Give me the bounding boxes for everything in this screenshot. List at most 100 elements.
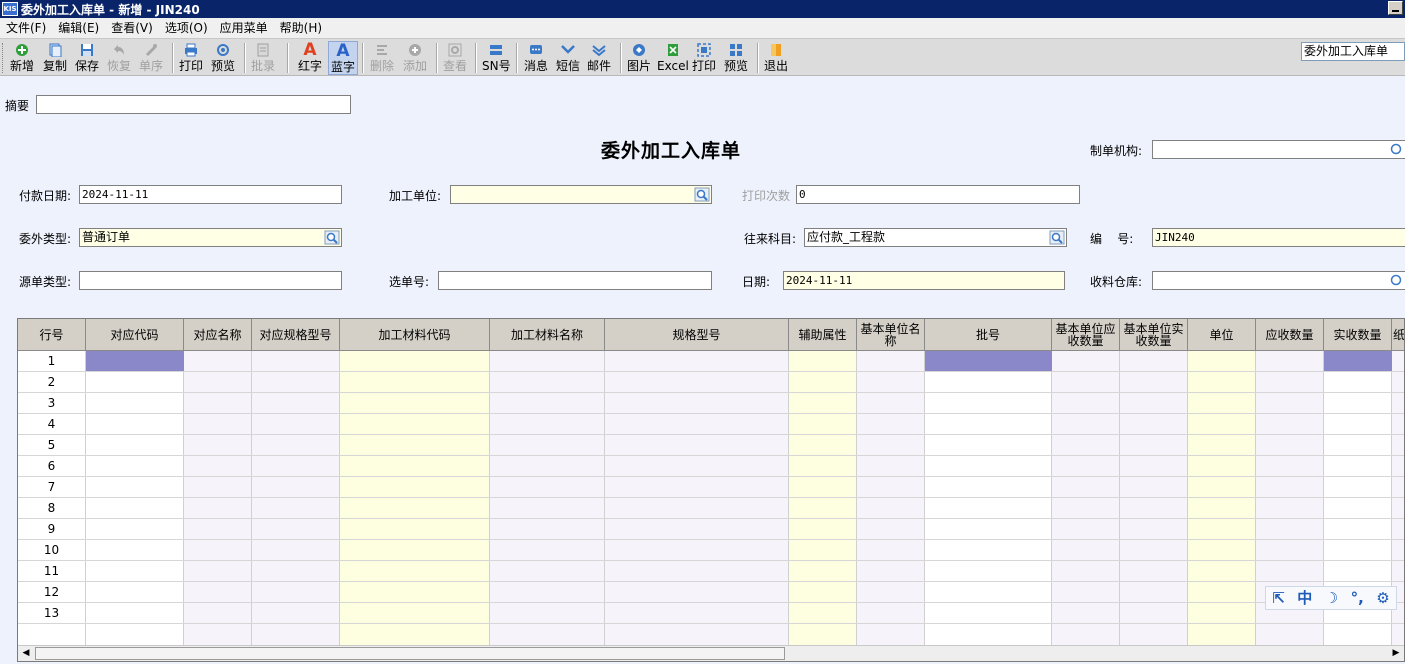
column-header-batch[interactable]: 批号 bbox=[925, 319, 1052, 351]
table-row-number[interactable]: 10 bbox=[18, 540, 85, 561]
new-button[interactable]: 新增 bbox=[10, 41, 34, 75]
row-divider bbox=[18, 539, 1404, 540]
table-row-number[interactable]: 3 bbox=[18, 393, 85, 414]
lookup-icon[interactable] bbox=[324, 230, 340, 245]
column-header-unit[interactable]: 单位 bbox=[1188, 319, 1256, 351]
window-title: 委外加工入库单 - 新增 - JIN240 bbox=[21, 2, 200, 17]
save-icon bbox=[79, 42, 95, 58]
detail-grid[interactable]: 1 2 3 4 5 6 7 8 9 10 11 12 13 行号 对应代码 对应… bbox=[17, 318, 1405, 662]
picture-icon bbox=[631, 42, 647, 58]
column-header-material-name[interactable]: 加工材料名称 bbox=[490, 319, 605, 351]
org-input[interactable] bbox=[1152, 140, 1405, 159]
summary-input[interactable] bbox=[36, 95, 351, 114]
column-header-due-qty[interactable]: 应收数量 bbox=[1256, 319, 1324, 351]
menu-help[interactable]: 帮助(H) bbox=[274, 18, 328, 38]
column-header-extra[interactable]: 纸 bbox=[1392, 319, 1404, 351]
pay-date-input[interactable]: 2024-11-11 bbox=[79, 185, 342, 204]
gear-icon[interactable]: ⚙ bbox=[1376, 588, 1389, 608]
table-row-number[interactable]: 5 bbox=[18, 435, 85, 456]
column-header-ref-name[interactable]: 对应名称 bbox=[184, 319, 252, 351]
toolbar-grip[interactable] bbox=[2, 43, 5, 73]
restore-button[interactable]: 恢复 bbox=[107, 41, 131, 75]
table-row-number[interactable]: 9 bbox=[18, 519, 85, 540]
selected-cell[interactable] bbox=[86, 351, 184, 371]
print-button[interactable]: 打印 bbox=[179, 41, 203, 75]
picture-button[interactable]: 图片 bbox=[627, 41, 651, 75]
table-row-number[interactable]: 11 bbox=[18, 561, 85, 582]
lookup-icon[interactable] bbox=[1389, 273, 1405, 288]
sn-button[interactable]: SN号 bbox=[482, 41, 511, 75]
menu-edit[interactable]: 编辑(E) bbox=[52, 18, 105, 38]
horizontal-scrollbar[interactable]: ◀ ▶ bbox=[18, 645, 1404, 661]
outsource-type-input[interactable]: 普通订单 bbox=[79, 228, 342, 247]
blue-letter-button[interactable]: A 蓝字 bbox=[328, 41, 358, 75]
mail-button[interactable]: 邮件 bbox=[587, 41, 611, 75]
print-button-2[interactable]: 打印 bbox=[692, 41, 716, 75]
select-no-input[interactable] bbox=[438, 271, 712, 290]
mail-icon bbox=[591, 42, 607, 58]
column-header-base-unit-name[interactable]: 基本单位名称 bbox=[857, 319, 925, 351]
processor-input[interactable] bbox=[450, 185, 712, 204]
punctuation-icon[interactable]: °, bbox=[1351, 588, 1364, 608]
toolbar-separator bbox=[620, 43, 622, 73]
message-button[interactable]: 消息 bbox=[524, 41, 548, 75]
preview-button-2[interactable]: 预览 bbox=[724, 41, 748, 75]
source-type-input[interactable] bbox=[79, 271, 342, 290]
toolbar-separator bbox=[516, 43, 518, 73]
column-header-aux-attr[interactable]: 辅助属性 bbox=[789, 319, 857, 351]
lookup-icon[interactable] bbox=[1389, 142, 1405, 157]
toolbar: 新增 复制 保存 恢复 单序 打印 预览 批录 A 红字 A 蓝字 删除 添加 … bbox=[0, 38, 1405, 76]
table-row-number[interactable]: 2 bbox=[18, 372, 85, 393]
moon-icon[interactable]: ☽ bbox=[1325, 588, 1338, 608]
minimize-button[interactable] bbox=[1388, 1, 1403, 15]
view-button[interactable]: 查看 bbox=[443, 41, 467, 75]
scroll-right-icon[interactable]: ▶ bbox=[1388, 646, 1404, 661]
ime-mode-toggle[interactable]: 中 bbox=[1297, 588, 1312, 608]
ime-expand-icon[interactable]: ⇱ bbox=[1272, 588, 1285, 608]
column-header-row-number[interactable]: 行号 bbox=[18, 319, 86, 351]
batch-entry-button[interactable]: 批录 bbox=[251, 41, 275, 75]
column-header-spec[interactable]: 规格型号 bbox=[605, 319, 789, 351]
table-row-number[interactable]: 6 bbox=[18, 456, 85, 477]
bill-type-selector[interactable]: 委外加工入库单 bbox=[1301, 42, 1405, 61]
column-header-ref-code[interactable]: 对应代码 bbox=[86, 319, 184, 351]
red-letter-button[interactable]: A 红字 bbox=[298, 41, 322, 75]
table-row-number[interactable]: 12 bbox=[18, 582, 85, 603]
column-header-base-due-qty[interactable]: 基本单位应收数量 bbox=[1052, 319, 1120, 351]
add-row-button-label: 添加 bbox=[403, 59, 428, 73]
save-button[interactable]: 保存 bbox=[75, 41, 99, 75]
table-row-number[interactable]: 13 bbox=[18, 603, 85, 624]
table-row-number[interactable]: 1 bbox=[18, 351, 85, 372]
selected-cell[interactable] bbox=[1324, 351, 1392, 371]
date-input[interactable]: 2024-11-11 bbox=[783, 271, 1065, 290]
sms-button[interactable]: 短信 bbox=[556, 41, 580, 75]
excel-button[interactable]: Excel bbox=[657, 41, 689, 75]
delete-row-button[interactable]: 删除 bbox=[370, 41, 394, 75]
row-divider bbox=[18, 623, 1404, 624]
table-row-number[interactable]: 7 bbox=[18, 477, 85, 498]
ime-toolbar[interactable]: ⇱ 中 ☽ °, ⚙ bbox=[1265, 586, 1397, 610]
column-header-recv-qty[interactable]: 实收数量 bbox=[1324, 319, 1392, 351]
scroll-left-icon[interactable]: ◀ bbox=[18, 646, 34, 661]
selected-cell[interactable] bbox=[925, 351, 1052, 371]
preview-button[interactable]: 预览 bbox=[211, 41, 235, 75]
add-row-button[interactable]: 添加 bbox=[403, 41, 427, 75]
warehouse-input[interactable] bbox=[1152, 271, 1405, 290]
copy-button[interactable]: 复制 bbox=[43, 41, 67, 75]
menu-file[interactable]: 文件(F) bbox=[0, 18, 52, 38]
table-row-number[interactable]: 4 bbox=[18, 414, 85, 435]
menu-view[interactable]: 查看(V) bbox=[105, 18, 159, 38]
exit-button[interactable]: 退出 bbox=[764, 41, 788, 75]
table-row-number[interactable]: 8 bbox=[18, 498, 85, 519]
lookup-icon[interactable] bbox=[1049, 230, 1065, 245]
menu-app[interactable]: 应用菜单 bbox=[214, 18, 274, 38]
column-header-base-recv-qty[interactable]: 基本单位实收数量 bbox=[1120, 319, 1188, 351]
account-input[interactable]: 应付款_工程款 bbox=[804, 228, 1067, 247]
number-input[interactable]: JIN240 bbox=[1152, 228, 1405, 247]
scrollbar-thumb[interactable] bbox=[35, 647, 785, 660]
column-header-ref-spec[interactable]: 对应规格型号 bbox=[252, 319, 340, 351]
menu-options[interactable]: 选项(O) bbox=[159, 18, 214, 38]
column-header-material-code[interactable]: 加工材料代码 bbox=[340, 319, 490, 351]
sequence-button[interactable]: 单序 bbox=[139, 41, 163, 75]
lookup-icon[interactable] bbox=[694, 187, 710, 202]
